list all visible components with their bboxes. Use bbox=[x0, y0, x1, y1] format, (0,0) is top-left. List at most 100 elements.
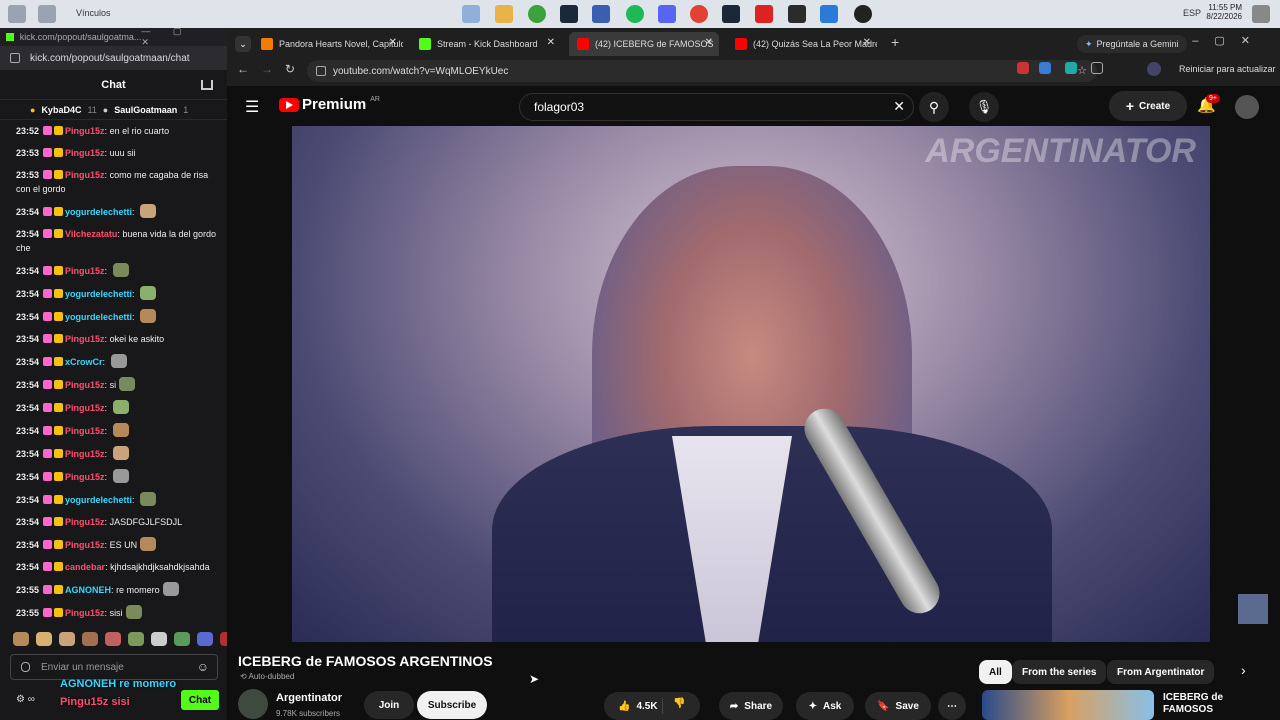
pinned-user-2[interactable]: SaulGoatmaan bbox=[114, 105, 177, 115]
message-username[interactable]: yogurdelechetti bbox=[65, 312, 132, 322]
site-info-icon[interactable] bbox=[10, 53, 20, 63]
window-icon[interactable] bbox=[8, 5, 26, 23]
subscribe-button[interactable]: Subscribe bbox=[417, 691, 487, 719]
close-tab-icon[interactable]: ✕ bbox=[547, 37, 555, 48]
like-icon[interactable]: 👍 bbox=[618, 701, 630, 712]
extension-icon[interactable] bbox=[1017, 62, 1029, 74]
close-tab-icon[interactable]: ✕ bbox=[863, 37, 871, 48]
browser-tab[interactable]: (42) Quizás Sea La Peor Madre ✕ bbox=[727, 32, 877, 56]
message-username[interactable]: Pingu15z bbox=[65, 426, 105, 436]
gemini-button[interactable]: ✦ Pregúntale a Gemini bbox=[1077, 35, 1187, 53]
emote-icon[interactable] bbox=[220, 632, 227, 646]
message-username[interactable]: yogurdelechetti bbox=[65, 495, 132, 505]
tab-search-icon[interactable]: ⌄ bbox=[235, 36, 251, 52]
like-count[interactable]: 4.5K bbox=[636, 701, 657, 712]
extensions-puzzle-icon[interactable] bbox=[1091, 62, 1103, 74]
search-input[interactable]: folagor03 ✕ bbox=[519, 93, 914, 121]
profile-avatar[interactable] bbox=[1147, 62, 1161, 76]
update-button[interactable]: Reiniciar para actualizar bbox=[1179, 64, 1276, 74]
emote-icon[interactable] bbox=[59, 632, 75, 646]
chrome-icon[interactable] bbox=[690, 5, 708, 23]
browser-tab[interactable]: Pandora Hearts Novel, Capitulo ✕ bbox=[253, 32, 403, 56]
discord-icon[interactable] bbox=[658, 5, 676, 23]
message-username[interactable]: Pingu15z bbox=[65, 403, 105, 413]
share-button[interactable]: ➦ Share bbox=[719, 692, 783, 720]
widgets-icon[interactable] bbox=[38, 5, 56, 23]
extension-icon[interactable] bbox=[1065, 62, 1077, 74]
emoji-icon[interactable]: ☺ bbox=[197, 660, 209, 674]
message-username[interactable]: AGNONEH bbox=[65, 585, 111, 595]
xbox-icon[interactable] bbox=[528, 5, 546, 23]
related-video-thumbnail[interactable] bbox=[982, 690, 1154, 720]
kick-address-bar[interactable]: kick.com/popout/saulgoatmaan/chat bbox=[0, 46, 227, 70]
message-username[interactable]: Vilchezatatu bbox=[65, 229, 117, 239]
dislike-icon[interactable]: 👎 bbox=[673, 698, 685, 709]
files-icon[interactable] bbox=[495, 5, 513, 23]
message-username[interactable]: Pingu15z bbox=[65, 608, 105, 618]
chat-input[interactable]: Enviar un mensaje ☺ bbox=[10, 654, 218, 680]
steam2-icon[interactable] bbox=[722, 5, 740, 23]
emote-icon[interactable] bbox=[197, 632, 213, 646]
reload-icon[interactable]: ↻ bbox=[285, 62, 295, 76]
vpn-icon[interactable] bbox=[592, 5, 610, 23]
youtube-logo[interactable]: Premium AR bbox=[279, 96, 380, 113]
bookmark-star-icon[interactable]: ☆ bbox=[1077, 64, 1087, 77]
close-tab-icon[interactable]: ✕ bbox=[389, 37, 397, 48]
clear-search-icon[interactable]: ✕ bbox=[893, 98, 905, 115]
emote-icon[interactable] bbox=[13, 632, 29, 646]
message-username[interactable]: Pingu15z bbox=[65, 334, 105, 344]
steam-icon[interactable] bbox=[560, 5, 578, 23]
message-username[interactable]: yogurdelechetti bbox=[65, 289, 132, 299]
account-avatar[interactable] bbox=[1235, 95, 1259, 119]
tool-icon[interactable] bbox=[820, 5, 838, 23]
mod-tools-icon[interactable] bbox=[201, 80, 213, 90]
browser-tab[interactable]: Stream - Kick Dashboard ✕ bbox=[411, 32, 561, 56]
miniplayer-thumb-icon[interactable] bbox=[1238, 594, 1268, 624]
message-username[interactable]: Pingu15z bbox=[65, 266, 105, 276]
message-username[interactable]: candebar bbox=[65, 562, 105, 572]
spotify-icon[interactable] bbox=[626, 5, 644, 23]
emote-icon[interactable] bbox=[128, 632, 144, 646]
message-username[interactable]: Pingu15z bbox=[65, 126, 105, 136]
folder-label[interactable]: Vínculos bbox=[76, 8, 111, 18]
forward-icon[interactable]: → bbox=[261, 62, 273, 76]
message-username[interactable]: Pingu15z bbox=[65, 170, 105, 180]
microphone-icon[interactable]: 🎙 bbox=[969, 92, 999, 122]
notification-center-icon[interactable] bbox=[1252, 5, 1270, 23]
game-icon[interactable] bbox=[788, 5, 806, 23]
related-video-title[interactable]: ICEBERG de FAMOSOS bbox=[1163, 692, 1253, 716]
create-button[interactable]: + Create bbox=[1109, 91, 1187, 121]
settings-icon[interactable]: ⚙ ∞ bbox=[16, 694, 35, 705]
emote-icon[interactable] bbox=[174, 632, 190, 646]
emote-icon[interactable] bbox=[151, 632, 167, 646]
message-username[interactable]: xCrowCr bbox=[65, 357, 103, 367]
chevron-right-icon[interactable]: › bbox=[1241, 662, 1246, 678]
chip-from-series[interactable]: From the series bbox=[1012, 660, 1107, 684]
chat-send-button[interactable]: Chat bbox=[181, 690, 219, 710]
emote-icon[interactable] bbox=[82, 632, 98, 646]
new-tab-icon[interactable]: + bbox=[891, 34, 899, 50]
chip-from-channel[interactable]: From Argentinator bbox=[1107, 660, 1215, 684]
lang-indicator[interactable]: ESP bbox=[1183, 8, 1201, 18]
extension-icon[interactable] bbox=[1039, 62, 1051, 74]
message-username[interactable]: Pingu15z bbox=[65, 517, 105, 527]
obs-icon[interactable] bbox=[854, 5, 872, 23]
message-username[interactable]: Pingu15z bbox=[65, 472, 105, 482]
message-username[interactable]: yogurdelechetti bbox=[65, 207, 132, 217]
clock[interactable]: 11:55 PM 8/22/2026 bbox=[1206, 3, 1242, 21]
more-actions-icon[interactable]: ⋯ bbox=[938, 692, 966, 720]
message-username[interactable]: Pingu15z bbox=[65, 380, 105, 390]
close-tab-icon[interactable]: ✕ bbox=[705, 37, 713, 48]
message-username[interactable]: Pingu15z bbox=[65, 148, 105, 158]
save-button[interactable]: 🔖 Save bbox=[865, 692, 931, 720]
site-info-icon[interactable] bbox=[316, 66, 326, 76]
search-icon[interactable]: ⚲ bbox=[919, 92, 949, 122]
message-username[interactable]: Pingu15z bbox=[65, 449, 105, 459]
join-button[interactable]: Join bbox=[364, 691, 414, 719]
channel-avatar[interactable] bbox=[238, 689, 268, 719]
back-icon[interactable]: ← bbox=[237, 62, 249, 76]
emote-icon[interactable] bbox=[105, 632, 121, 646]
emote-icon[interactable] bbox=[36, 632, 52, 646]
chip-all[interactable]: All bbox=[979, 660, 1012, 684]
message-username[interactable]: Pingu15z bbox=[65, 540, 105, 550]
